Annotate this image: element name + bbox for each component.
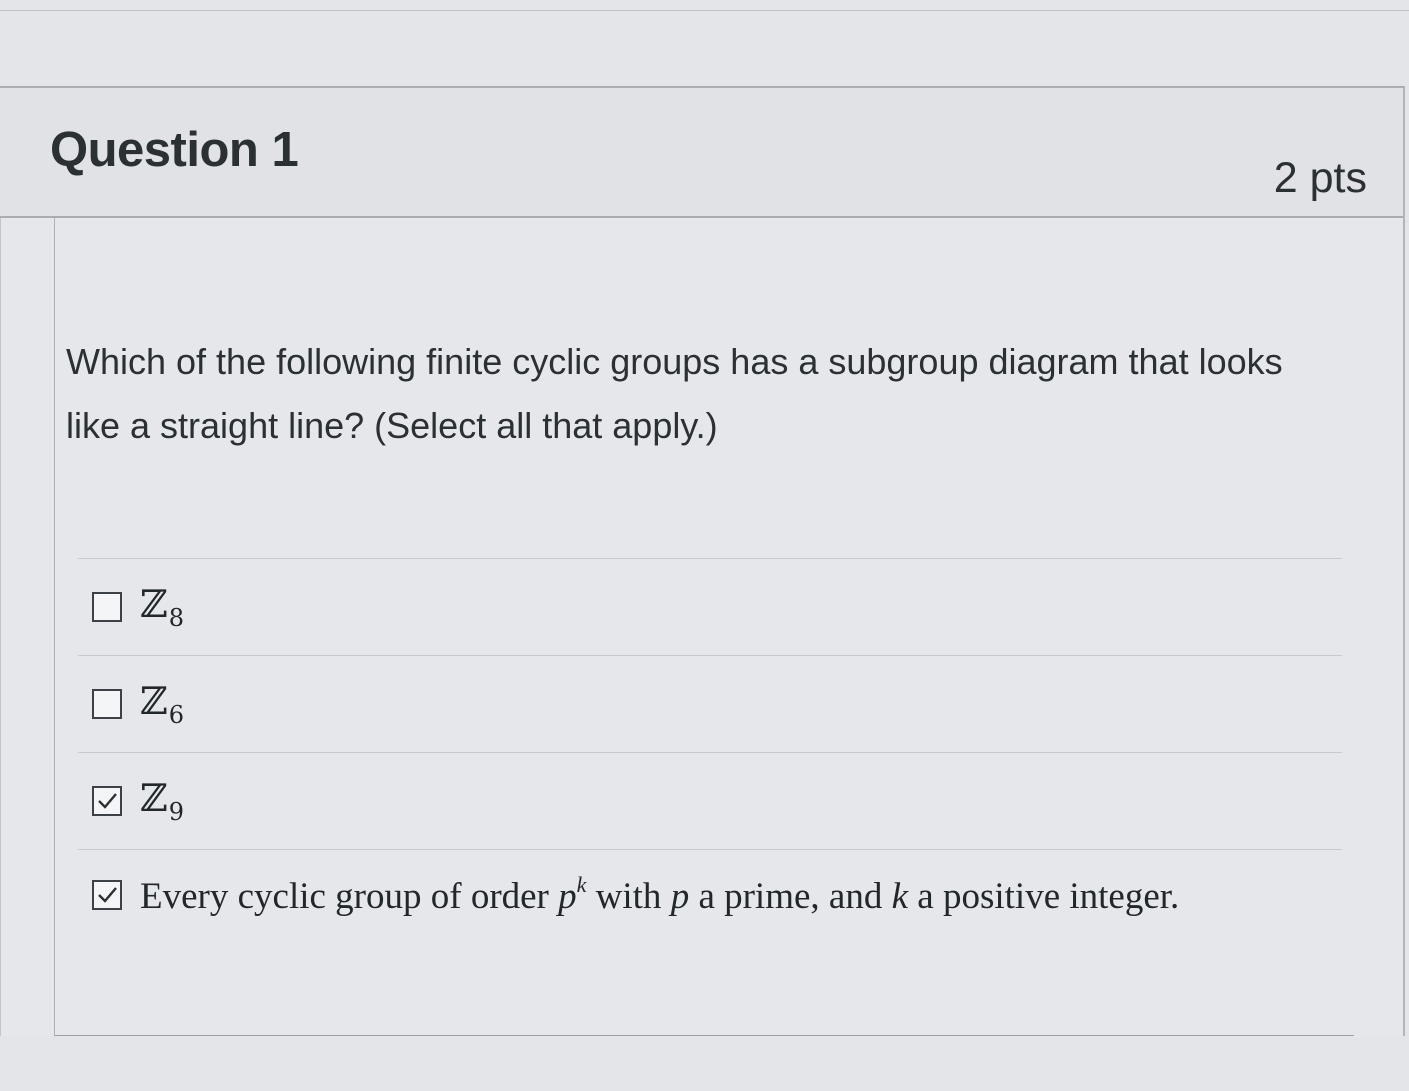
answer-checkbox[interactable] — [92, 689, 122, 719]
answer-option-z9[interactable]: ℤ9 — [78, 752, 1342, 849]
answer-label: Every cyclic group of order pk with p a … — [140, 872, 1179, 918]
answer-option-z8[interactable]: ℤ8 — [78, 558, 1342, 655]
integers-symbol: ℤ — [140, 776, 168, 820]
math-variable-p: p — [558, 876, 577, 917]
integers-symbol: ℤ — [140, 679, 168, 723]
top-divider — [0, 10, 1409, 11]
answer-list: ℤ8 ℤ6 ℤ9 Every cyclic group of order pk … — [78, 558, 1342, 940]
question-header: Question 1 2 pts — [0, 88, 1403, 218]
answer-text: with — [586, 876, 671, 917]
answer-text: a positive integer. — [908, 876, 1180, 917]
question-title: Question 1 — [50, 123, 299, 177]
question-card: Question 1 2 pts Which of the following … — [0, 86, 1405, 1036]
group-order-subscript: 8 — [168, 604, 185, 632]
group-order-subscript: 9 — [168, 798, 185, 826]
question-text: Which of the following finite cyclic gro… — [66, 341, 1283, 446]
math-variable-k: k — [891, 876, 909, 917]
question-points: 2 pts — [1273, 154, 1367, 202]
answer-checkbox[interactable] — [92, 592, 122, 622]
card-left-edge — [0, 218, 1, 1036]
group-order-subscript: 6 — [168, 701, 185, 729]
question-body: Which of the following finite cyclic gro… — [0, 218, 1403, 1036]
answer-option-z6[interactable]: ℤ6 — [78, 655, 1342, 752]
integers-symbol: ℤ — [140, 582, 168, 626]
answer-checkbox-checked[interactable] — [92, 880, 122, 910]
math-exponent-k: k — [576, 872, 587, 897]
answer-label: ℤ6 — [140, 679, 184, 729]
answer-option-prime-power[interactable]: Every cyclic group of order pk with p a … — [78, 849, 1342, 940]
answer-text: a prime, and — [689, 876, 892, 917]
checkmark-icon — [98, 793, 117, 809]
checkmark-icon — [98, 887, 117, 903]
math-variable-p: p — [670, 876, 690, 917]
answer-label: ℤ9 — [140, 776, 184, 826]
answer-checkbox-checked[interactable] — [92, 786, 122, 816]
answer-text: Every cyclic group of order — [140, 876, 559, 917]
answer-label: ℤ8 — [140, 582, 184, 632]
